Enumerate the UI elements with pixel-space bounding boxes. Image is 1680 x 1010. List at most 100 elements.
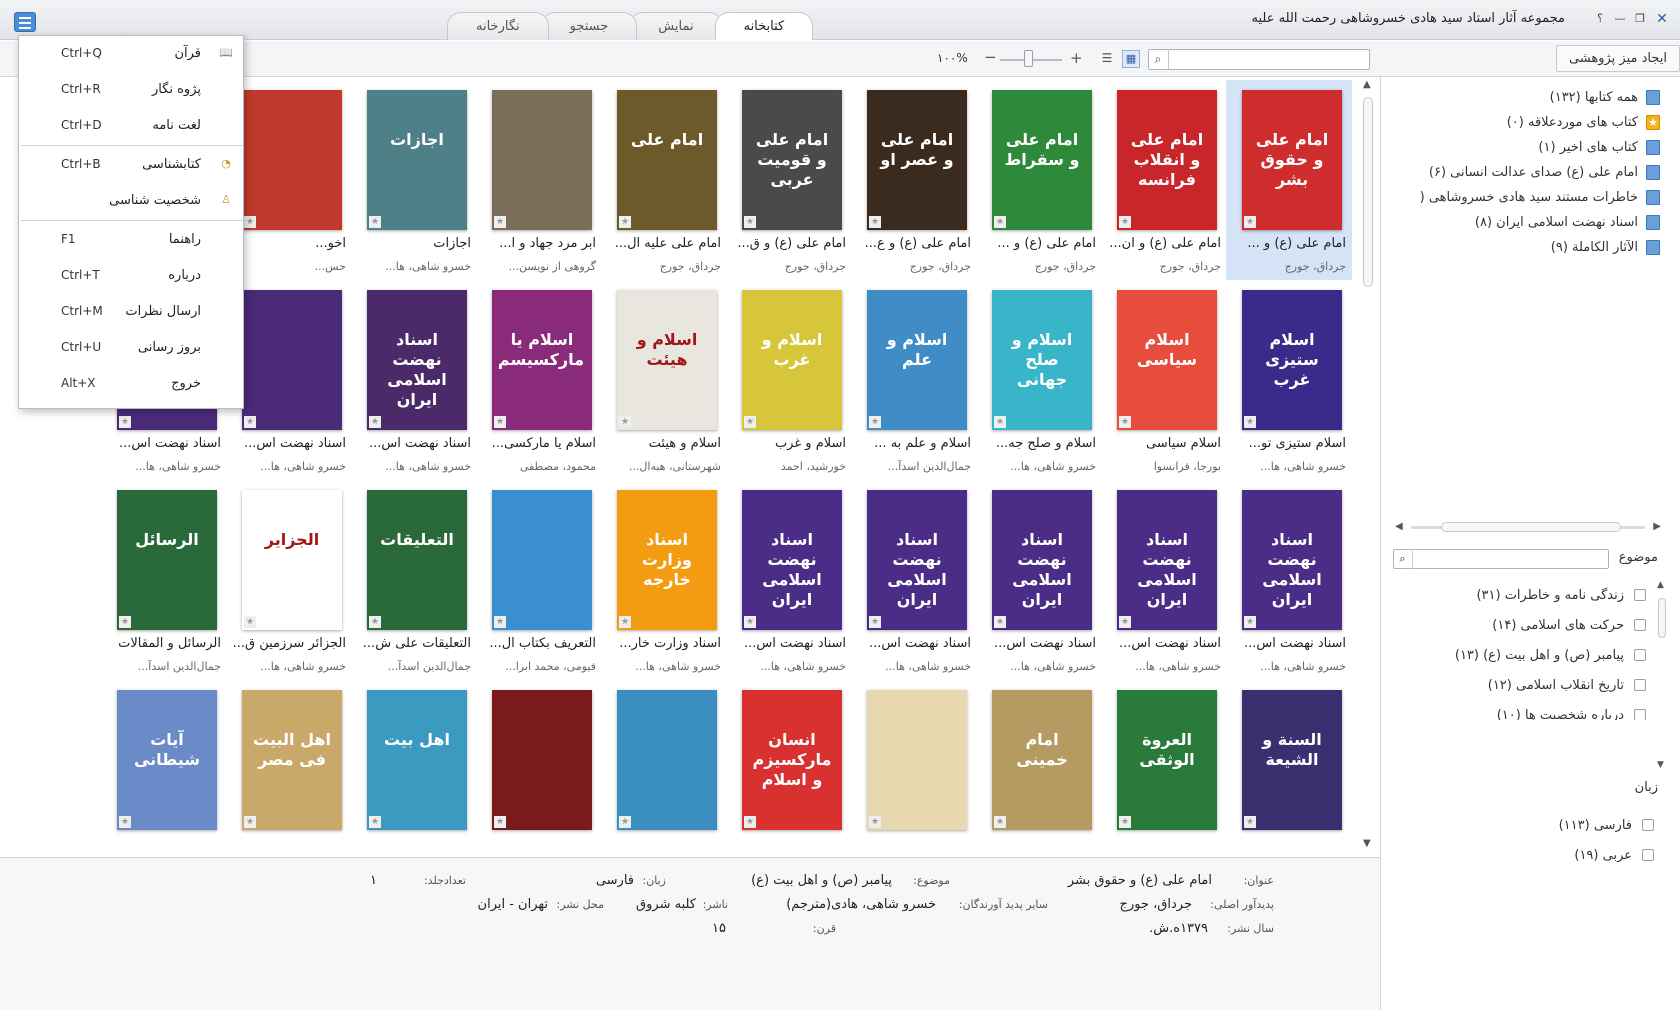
checkbox[interactable] bbox=[1634, 619, 1646, 631]
book-cover[interactable]: امام علی و عصر او ★ bbox=[867, 90, 967, 230]
menu-item[interactable]: شخصیت شناسی ♙ bbox=[19, 183, 245, 219]
book-cover[interactable]: اهل البیت فی مصر ★ bbox=[242, 690, 342, 830]
book-cover[interactable]: ★ bbox=[242, 90, 342, 230]
favorite-star-icon[interactable]: ★ bbox=[1119, 616, 1131, 628]
checkbox[interactable] bbox=[1634, 679, 1646, 691]
favorite-star-icon[interactable]: ★ bbox=[119, 616, 131, 628]
favorite-star-icon[interactable]: ★ bbox=[994, 816, 1006, 828]
book-cover[interactable]: الجزایر ★ bbox=[242, 490, 342, 630]
collection-item[interactable]: ★ کتاب های موردعلاقه (۰) bbox=[1420, 110, 1660, 135]
book-item[interactable]: اسناد نهضت اسلامی ایران ★ اسناد نهضت اس...… bbox=[1226, 480, 1352, 680]
book-item[interactable]: امام علی و حقوق بشر ★ امام علی (ع) و ... جر… bbox=[1226, 80, 1352, 280]
favorite-star-icon[interactable]: ★ bbox=[1119, 816, 1131, 828]
book-cover[interactable]: امام علی و قومیت عربی ★ bbox=[742, 90, 842, 230]
book-item[interactable]: الجزایر ★ الجزائر سرزمین ق... خسرو شاهی، ها… bbox=[226, 480, 352, 680]
book-cover[interactable]: اسلام و صلح جهانی ★ bbox=[992, 290, 1092, 430]
new-research-desk-button[interactable]: ایجاد میز پژوهشی bbox=[1555, 45, 1680, 72]
favorite-star-icon[interactable]: ★ bbox=[494, 816, 506, 828]
collection-item[interactable]: الآثار الکاملة (۹) bbox=[1420, 235, 1660, 260]
favorite-star-icon[interactable]: ★ bbox=[1244, 416, 1256, 428]
favorite-star-icon[interactable]: ★ bbox=[244, 416, 256, 428]
menu-item[interactable]: کتابشناسی Ctrl+B ◔ bbox=[19, 147, 245, 183]
book-item[interactable]: اسناد نهضت اسلامی ایران ★ اسناد نهضت اس...… bbox=[726, 480, 852, 680]
menu-item[interactable]: درباره Ctrl+T bbox=[19, 258, 245, 294]
checkbox[interactable] bbox=[1642, 849, 1654, 861]
tab-1[interactable]: نمایش bbox=[629, 12, 723, 40]
book-item[interactable]: اسلام و هیئت ★ اسلام و هیئت شهرستانی، هبه‌ا… bbox=[601, 280, 727, 480]
book-cover[interactable]: اسلام و غرب ★ bbox=[742, 290, 842, 430]
favorite-star-icon[interactable]: ★ bbox=[494, 616, 506, 628]
favorite-star-icon[interactable]: ★ bbox=[869, 816, 881, 828]
zoom-slider-thumb[interactable] bbox=[1023, 50, 1033, 67]
book-item[interactable]: التعلیقات ★ التعلیقات علی ش... جمال‌الدین ا… bbox=[351, 480, 477, 680]
book-item[interactable]: ★ bbox=[851, 680, 977, 857]
book-item[interactable]: اسلام یا مارکسیسم ★ اسلام یا مارکسی... محمو… bbox=[476, 280, 602, 480]
favorite-star-icon[interactable]: ★ bbox=[744, 216, 756, 228]
collection-item[interactable]: کتاب های اخیر (۱) bbox=[1420, 135, 1660, 160]
book-item[interactable]: اهل بیت ★ bbox=[351, 680, 477, 857]
favorite-star-icon[interactable]: ★ bbox=[869, 416, 881, 428]
favorite-star-icon[interactable]: ★ bbox=[869, 216, 881, 228]
favorite-star-icon[interactable]: ★ bbox=[619, 216, 631, 228]
book-cover[interactable]: اسناد نهضت اسلامی ایران ★ bbox=[367, 290, 467, 430]
book-cover[interactable]: ★ bbox=[242, 290, 342, 430]
book-item[interactable]: اسناد نهضت اسلامی ایران ★ اسناد نهضت اس...… bbox=[976, 480, 1102, 680]
zoom-in-button[interactable]: + bbox=[1070, 49, 1083, 67]
book-item[interactable]: العروة الوثقی ★ bbox=[1101, 680, 1227, 857]
checkbox[interactable] bbox=[1634, 589, 1646, 601]
book-cover[interactable]: انسان مارکسیزم و اسلام ★ bbox=[742, 690, 842, 830]
book-item[interactable]: اسلام و علم ★ اسلام و علم به ... جمال‌الدین… bbox=[851, 280, 977, 480]
menu-item[interactable]: قرآن Ctrl+Q 📖 bbox=[19, 36, 245, 72]
book-item[interactable]: اسناد نهضت اسلامی ایران ★ اسناد نهضت اس...… bbox=[1101, 480, 1227, 680]
scroll-left-icon[interactable]: ◀ bbox=[1395, 521, 1403, 532]
checkbox[interactable] bbox=[1642, 819, 1654, 831]
book-item[interactable]: اسلام سیاسی ★ اسلام سیاسی بورجا، فرانسوا bbox=[1101, 280, 1227, 480]
search-icon[interactable]: ⌕ bbox=[1148, 49, 1169, 70]
favorite-star-icon[interactable]: ★ bbox=[994, 616, 1006, 628]
subject-filter-item[interactable]: حرکت های اسلامی (۱۴) bbox=[1396, 610, 1646, 640]
favorite-star-icon[interactable]: ★ bbox=[744, 416, 756, 428]
book-item[interactable]: ★ bbox=[601, 680, 727, 857]
list-view-icon[interactable]: ☰ bbox=[1098, 50, 1116, 68]
favorite-star-icon[interactable]: ★ bbox=[369, 416, 381, 428]
book-item[interactable]: اسلام و غرب ★ اسلام و غرب خورشید، احمد bbox=[726, 280, 852, 480]
book-cover[interactable]: اسناد نهضت اسلامی ایران ★ bbox=[1117, 490, 1217, 630]
close-icon[interactable]: ✕ bbox=[1654, 10, 1670, 27]
book-cover[interactable]: التعلیقات ★ bbox=[367, 490, 467, 630]
book-cover[interactable]: ★ bbox=[617, 690, 717, 830]
book-item[interactable]: اسلام و صلح جهانی ★ اسلام و صلح جه... خسرو … bbox=[976, 280, 1102, 480]
favorite-star-icon[interactable]: ★ bbox=[494, 416, 506, 428]
scroll-down-icon[interactable]: ▼ bbox=[1363, 838, 1371, 849]
scroll-down-icon[interactable]: ▼ bbox=[1657, 760, 1664, 770]
favorite-star-icon[interactable]: ★ bbox=[244, 616, 256, 628]
book-item[interactable]: اهل البیت فی مصر ★ bbox=[226, 680, 352, 857]
book-cover[interactable]: اسناد نهضت اسلامی ایران ★ bbox=[867, 490, 967, 630]
book-cover[interactable]: امام علی و سقراط ★ bbox=[992, 90, 1092, 230]
collection-item[interactable]: اسناد نهضت اسلامی ایران (۸) bbox=[1420, 210, 1660, 235]
grid-scrollbar[interactable]: ▲ ▼ bbox=[1360, 79, 1376, 849]
favorite-star-icon[interactable]: ★ bbox=[744, 616, 756, 628]
favorite-star-icon[interactable]: ★ bbox=[1244, 616, 1256, 628]
book-cover[interactable]: اسناد نهضت اسلامی ایران ★ bbox=[742, 490, 842, 630]
collection-item[interactable]: همه کتابها (۱۳۲) bbox=[1420, 85, 1660, 110]
book-cover[interactable]: اهل بیت ★ bbox=[367, 690, 467, 830]
book-cover[interactable]: اسناد نهضت اسلامی ایران ★ bbox=[1242, 490, 1342, 630]
favorite-star-icon[interactable]: ★ bbox=[619, 816, 631, 828]
book-cover[interactable]: اسناد نهضت اسلامی ایران ★ bbox=[992, 490, 1092, 630]
book-item[interactable]: امام علی و قومیت عربی ★ امام علی (ع) و ق..… bbox=[726, 80, 852, 280]
tab-2[interactable]: جستجو bbox=[540, 12, 638, 40]
book-cover[interactable]: امام علی و حقوق بشر ★ bbox=[1242, 90, 1342, 230]
minimize-icon[interactable]: — bbox=[1612, 10, 1628, 26]
book-cover[interactable]: ★ bbox=[492, 490, 592, 630]
book-item[interactable]: امام خمینی ★ bbox=[976, 680, 1102, 857]
book-cover[interactable]: اسلام سیاسی ★ bbox=[1117, 290, 1217, 430]
book-item[interactable]: الرسائل ★ الرسائل و المقالات جمال‌الدین اسد… bbox=[101, 480, 227, 680]
language-filter-item[interactable]: عربی (۱۹) bbox=[1559, 840, 1654, 870]
collections-hscrollbar[interactable]: ◀ ▶ bbox=[1395, 521, 1661, 533]
subject-filter-item[interactable]: زندگی نامه و خاطرات (۳۱) bbox=[1396, 580, 1646, 610]
language-filter-item[interactable]: فارسی (۱۱۳) bbox=[1559, 810, 1654, 840]
subject-filter-item[interactable]: تاریخ انقلاب اسلامی (۱۲) bbox=[1396, 670, 1646, 700]
book-item[interactable]: اسناد نهضت اسلامی ایران ★ اسناد نهضت اس...… bbox=[351, 280, 477, 480]
book-item[interactable]: اسناد وزارت خارجه ★ اسناد وزارت خار... خسرو… bbox=[601, 480, 727, 680]
scroll-up-icon[interactable]: ▲ bbox=[1657, 580, 1664, 590]
